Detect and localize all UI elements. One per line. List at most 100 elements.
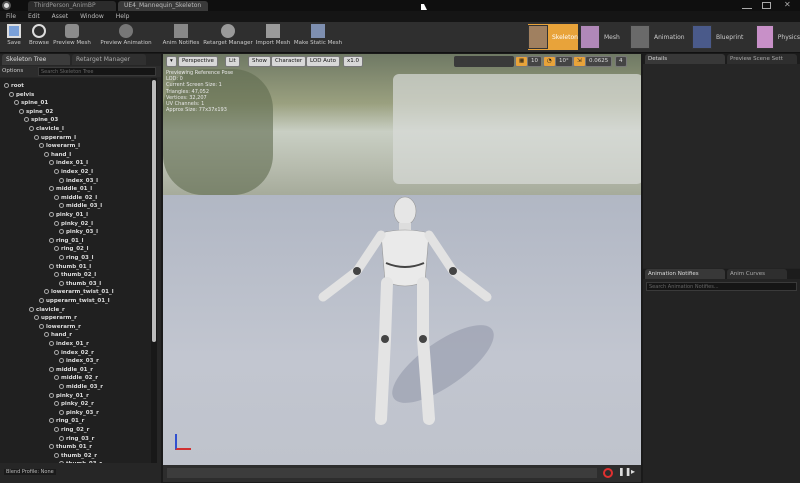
bone-row[interactable]: hand_r [44,331,72,339]
preview-animation-button[interactable]: Preview Animation [98,23,154,52]
blend-profile-dropdown[interactable]: Blend Profile: None [4,469,56,475]
bone-row[interactable]: pinky_03_l [59,228,98,236]
tree-scrollbar[interactable] [151,78,157,463]
transform-tools[interactable] [454,56,514,67]
timeline-track[interactable] [167,468,597,478]
bone-row[interactable]: upperarm_l [34,134,76,142]
mode-mesh[interactable]: Mesh [580,24,628,50]
preview-viewport[interactable]: ▾ Perspective Lit Show Character LOD Aut… [163,54,641,465]
bone-row[interactable]: thumb_01_r [49,443,92,451]
bone-row[interactable]: ring_01_l [49,237,84,245]
notify-search-input[interactable]: Search Animation Notifies... [646,282,797,291]
camera-speed-button[interactable]: 4 [615,56,627,67]
menu-file[interactable]: File [0,13,22,20]
save-button[interactable]: Save [2,23,26,52]
retarget-manager-button[interactable]: Retarget Manager [203,23,253,52]
options-dropdown[interactable]: Options [2,68,23,74]
anim-notifies-button[interactable]: Anim Notifies [162,23,200,52]
mode-physics[interactable]: Physics [756,24,800,50]
mode-animation[interactable]: Animation [630,24,686,50]
tab-retarget-manager[interactable]: Retarget Manager [72,54,146,65]
scale-snap-value[interactable]: 0.0625 [585,56,613,67]
record-button[interactable] [603,468,613,478]
perspective-button[interactable]: Perspective [178,56,218,67]
rotation-snap-toggle[interactable]: ◔ [543,56,556,67]
bone-row[interactable]: index_01_r [49,340,89,348]
bone-row[interactable]: upperarm_r [34,314,77,322]
bone-row[interactable]: thumb_02_r [54,452,97,460]
bone-row[interactable]: thumb_01_l [49,263,91,271]
bone-row[interactable]: middle_01_l [49,185,92,193]
bone-row[interactable]: middle_03_l [59,202,102,210]
bone-row[interactable]: spine_03 [24,116,58,124]
doc-tab-skeleton[interactable]: UE4_Mannequin_Skeleton [118,1,208,11]
lod-button[interactable]: LOD Auto [306,56,340,67]
bone-row[interactable]: middle_01_r [49,366,93,374]
tab-preview-scene-settings[interactable]: Preview Scene Sett [727,54,797,64]
tab-skeleton-tree[interactable]: Skeleton Tree [2,54,70,65]
tree-scrollbar-thumb[interactable] [152,80,156,342]
playback-speed-button[interactable]: x1.0 [343,56,364,67]
forward-button[interactable]: ▸ [631,467,635,476]
mode-skeleton[interactable]: Skeleton [528,24,578,50]
bone-row[interactable]: ring_02_l [54,245,89,253]
grid-snap-value[interactable]: 10 [527,56,542,67]
scale-snap-toggle[interactable]: ⇲ [573,56,586,67]
bone-row[interactable]: ring_03_l [59,254,94,262]
bone-row[interactable]: hand_l [44,151,71,159]
bone-row[interactable]: pinky_02_r [54,400,94,408]
bone-row[interactable]: index_03_l [59,177,98,185]
pause-button[interactable]: ❚❚ [618,467,631,476]
bone-row[interactable]: middle_02_r [54,374,98,382]
bone-row[interactable]: clavicle_r [29,306,65,314]
bone-row[interactable]: spine_01 [14,99,48,107]
maximize-button[interactable] [762,2,771,9]
bone-row[interactable]: index_02_r [54,349,94,357]
bone-row[interactable]: pinky_01_l [49,211,88,219]
bone-row[interactable]: index_01_l [49,159,88,167]
mode-blueprint[interactable]: Blueprint [692,24,748,50]
menu-window[interactable]: Window [74,13,110,20]
bone-row[interactable]: ring_01_r [49,417,84,425]
show-button[interactable]: Show [248,56,271,67]
bone-row[interactable]: index_02_l [54,168,93,176]
bone-row[interactable]: lowerarm_r [39,323,81,331]
bone-row[interactable]: lowerarm_twist_01_l [44,288,114,296]
bone-row[interactable]: middle_03_r [59,383,103,391]
bone-row[interactable]: middle_02_l [54,194,97,202]
viewport-menu-button[interactable]: ▾ [166,56,177,67]
tab-anim-curves[interactable]: Anim Curves [727,269,787,279]
menu-help[interactable]: Help [110,13,136,20]
bone-row[interactable]: thumb_02_l [54,271,96,279]
bone-row[interactable]: spine_02 [19,108,53,116]
minimize-button[interactable] [742,2,752,9]
skeleton-search-input[interactable]: Search Skeleton Tree [38,67,156,76]
bone-row[interactable]: upperarm_twist_01_l [39,297,110,305]
bone-row[interactable]: pelvis [9,91,34,99]
bone-row[interactable]: ring_03_r [59,435,94,443]
bone-row[interactable]: thumb_03_r [59,460,102,463]
close-button[interactable]: ✕ [784,0,791,9]
preview-mesh-button[interactable]: Preview Mesh [52,23,92,52]
bone-row[interactable]: pinky_03_r [59,409,99,417]
bone-row[interactable]: clavicle_l [29,125,64,133]
import-mesh-button[interactable]: Import Mesh [255,23,291,52]
bone-row[interactable]: root [4,82,24,90]
bone-row[interactable]: pinky_01_r [49,392,89,400]
bone-row[interactable]: index_03_r [59,357,99,365]
tab-animation-notifies[interactable]: Animation Notifies [645,269,725,279]
bone-label: lowerarm_r [46,323,81,330]
bone-row[interactable]: ring_02_r [54,426,89,434]
doc-tab-animbp[interactable]: ThirdPerson_AnimBP [28,1,116,11]
bone-row[interactable]: pinky_02_l [54,220,93,228]
rotation-snap-value[interactable]: 10° [555,56,573,67]
menu-edit[interactable]: Edit [22,13,46,20]
tab-details[interactable]: Details [645,54,725,64]
bone-row[interactable]: lowerarm_l [39,142,80,150]
lit-button[interactable]: Lit [225,56,240,67]
make-static-mesh-button[interactable]: Make Static Mesh [293,23,343,52]
browse-button[interactable]: Browse [27,23,51,52]
bone-row[interactable]: thumb_03_l [59,280,101,288]
menu-asset[interactable]: Asset [46,13,74,20]
character-button[interactable]: Character [271,56,307,67]
